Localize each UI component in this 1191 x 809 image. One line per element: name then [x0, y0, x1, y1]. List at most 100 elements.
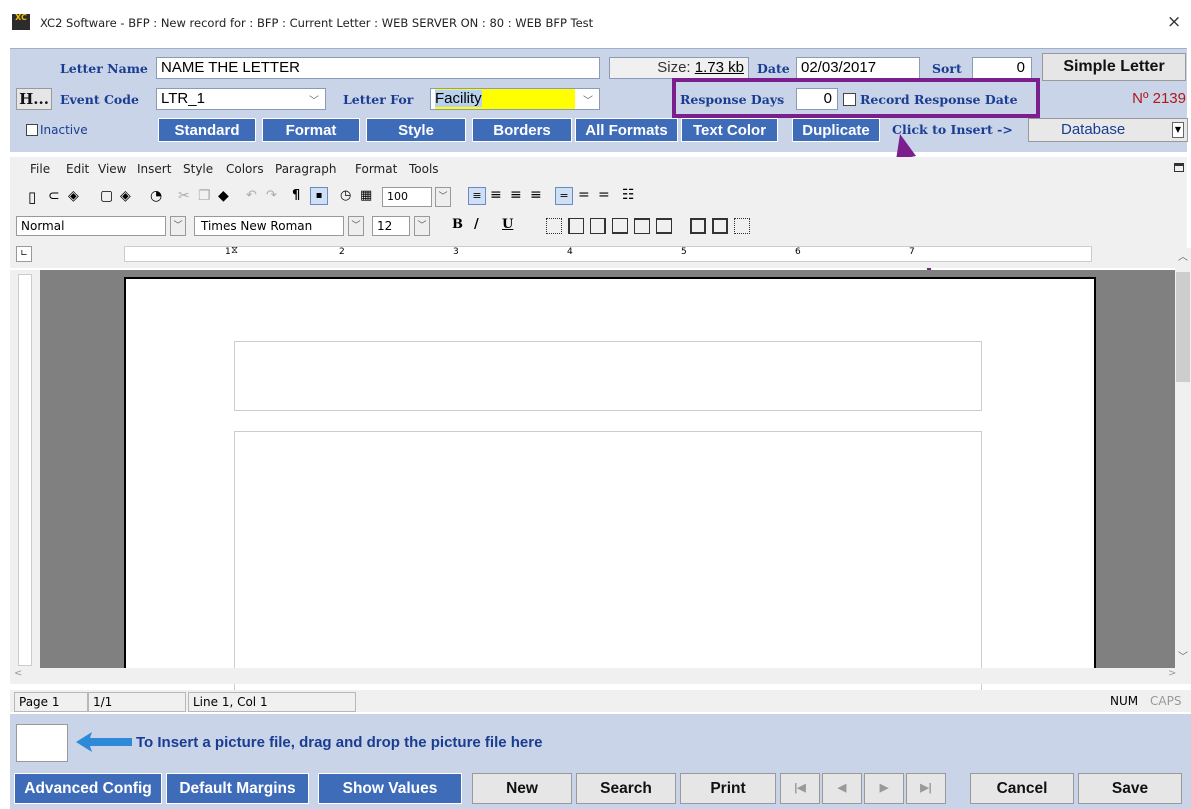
pilcrow-icon[interactable]: ¶ [292, 188, 300, 203]
clock-icon[interactable]: ◷ [340, 188, 351, 203]
align-center-icon[interactable]: ≡ [490, 187, 502, 203]
redo-icon[interactable]: ↷ [266, 188, 277, 203]
menu-edit[interactable]: Edit [66, 162, 89, 176]
border-top-icon[interactable] [634, 218, 650, 234]
letter-name-input[interactable]: NAME THE LETTER [156, 57, 600, 79]
horizontal-ruler[interactable]: 1 2 3 4 5 6 7 ⧖ [124, 245, 1092, 262]
menu-colors[interactable]: Colors [226, 162, 264, 176]
new-button[interactable]: New [472, 773, 572, 804]
show-values-button[interactable]: Show Values [318, 773, 462, 804]
style-select[interactable]: Normal [16, 216, 166, 236]
chevron-down-icon[interactable]: ﹀ [348, 216, 364, 236]
prev-record-icon[interactable]: ◀ [822, 773, 862, 804]
zoom-select[interactable]: 100 [382, 187, 432, 207]
underline-icon[interactable]: U [502, 217, 513, 232]
menu-format[interactable]: Format [355, 162, 397, 176]
line-spacing-2-icon[interactable]: = [598, 187, 610, 203]
menu-file[interactable]: File [30, 162, 50, 176]
italic-icon[interactable]: / [474, 217, 479, 232]
chevron-down-icon[interactable]: ﹀ [414, 216, 430, 236]
next-record-icon[interactable]: ▶ [864, 773, 904, 804]
duplicate-button[interactable]: Duplicate [792, 118, 880, 142]
print-preview-icon[interactable]: ▢ [100, 188, 113, 204]
calendar-icon[interactable]: ▦ [360, 188, 372, 203]
menu-paragraph[interactable]: Paragraph [275, 162, 336, 176]
default-margins-button[interactable]: Default Margins [166, 773, 309, 804]
line-spacing-15-icon[interactable]: = [578, 187, 590, 203]
copy-icon[interactable]: ❐ [198, 188, 211, 204]
h-button[interactable]: H... [16, 88, 52, 110]
date-input[interactable]: 02/03/2017 [796, 57, 920, 79]
menu-tools[interactable]: Tools [409, 162, 439, 176]
first-record-icon[interactable]: |◀ [780, 773, 820, 804]
cancel-button[interactable]: Cancel [970, 773, 1074, 804]
find-icon[interactable]: ◔ [150, 188, 162, 204]
open-icon[interactable]: ⊂ [48, 188, 60, 204]
standard-button[interactable]: Standard [158, 118, 256, 142]
last-record-icon[interactable]: ▶| [906, 773, 946, 804]
borders-button[interactable]: Borders [472, 118, 572, 142]
menu-style[interactable]: Style [183, 162, 213, 176]
chevron-down-icon[interactable]: ﹀ [435, 187, 451, 207]
chevron-down-icon[interactable]: ﹀ [170, 216, 186, 236]
restore-icon[interactable] [1174, 163, 1184, 172]
chevron-left-icon[interactable]: < [14, 668, 22, 679]
advanced-config-button[interactable]: Advanced Config [14, 773, 162, 804]
border-right-icon[interactable] [590, 218, 606, 234]
font-size-select[interactable]: 12 [372, 216, 410, 236]
border-clear-icon[interactable] [734, 218, 750, 234]
field-icon[interactable]: ▪ [310, 187, 328, 205]
chevron-up-icon[interactable]: ︿ [1178, 248, 1188, 263]
format-button[interactable]: Format [262, 118, 360, 142]
chevron-down-icon[interactable]: ﹀ [1178, 648, 1188, 663]
print-icon[interactable]: ◈ [120, 188, 131, 204]
vertical-scrollbar[interactable]: ︿ ﹀ [1175, 248, 1191, 673]
border-none-icon[interactable] [546, 218, 562, 234]
undo-icon[interactable]: ↶ [246, 188, 257, 203]
simple-letter-button[interactable]: Simple Letter [1042, 53, 1186, 81]
border-left-icon[interactable] [568, 218, 584, 234]
tab-stop-icon[interactable]: ∟ [16, 246, 32, 262]
picture-preview[interactable] [16, 724, 68, 762]
justify-icon[interactable]: ≡ [530, 187, 542, 203]
new-doc-icon[interactable]: ▯ [28, 188, 36, 206]
body-frame[interactable] [234, 431, 982, 691]
save-icon[interactable]: ◈ [68, 188, 79, 204]
sort-input[interactable]: 0 [972, 57, 1032, 79]
scrollbar-thumb[interactable] [1176, 272, 1190, 382]
font-select[interactable]: Times New Roman [194, 216, 344, 236]
border-topbottom-icon[interactable] [656, 218, 672, 234]
horizontal-scrollbar[interactable]: < > [10, 668, 1191, 684]
bold-icon[interactable]: B [452, 217, 463, 232]
print-button[interactable]: Print [680, 773, 776, 804]
line-spacing-1-icon[interactable]: = [555, 187, 573, 205]
header-frame[interactable] [234, 341, 982, 411]
paste-icon[interactable]: ◆ [218, 188, 229, 204]
save-button[interactable]: Save [1078, 773, 1182, 804]
picture-drop-zone[interactable]: To Insert a picture file, drag and drop … [10, 714, 1191, 772]
border-grid-icon[interactable] [712, 218, 728, 234]
menu-view[interactable]: View [98, 162, 126, 176]
ruler-mark: 2 [339, 247, 345, 257]
text-color-button[interactable]: Text Color [681, 118, 778, 142]
database-select[interactable]: Database ▼ [1028, 118, 1188, 142]
document-page[interactable] [124, 277, 1096, 691]
border-box-icon[interactable] [690, 218, 706, 234]
ruler-row: ∟ 1 2 3 4 5 6 7 ⧖ [10, 240, 1187, 268]
style-button[interactable]: Style [366, 118, 466, 142]
event-code-select[interactable]: LTR_1 ﹀ [156, 88, 326, 110]
cut-icon[interactable]: ✂ [178, 188, 190, 204]
menu-insert[interactable]: Insert [137, 162, 171, 176]
search-button[interactable]: Search [576, 773, 676, 804]
chevron-right-icon[interactable]: > [1168, 668, 1176, 679]
indent-marker-icon[interactable]: ⧖ [231, 245, 238, 256]
align-right-icon[interactable]: ≡ [510, 187, 522, 203]
status-page-count: 1/1 [88, 692, 186, 712]
align-left-icon[interactable]: ≡ [468, 187, 486, 205]
inactive-checkbox[interactable] [26, 124, 38, 136]
letter-for-select[interactable]: Facility ﹀ [430, 88, 600, 110]
all-formats-button[interactable]: All Formats [575, 118, 678, 142]
border-bottom-icon[interactable] [612, 218, 628, 234]
bullet-list-icon[interactable]: ☷ [622, 187, 635, 203]
close-icon[interactable]: × [1167, 12, 1181, 32]
